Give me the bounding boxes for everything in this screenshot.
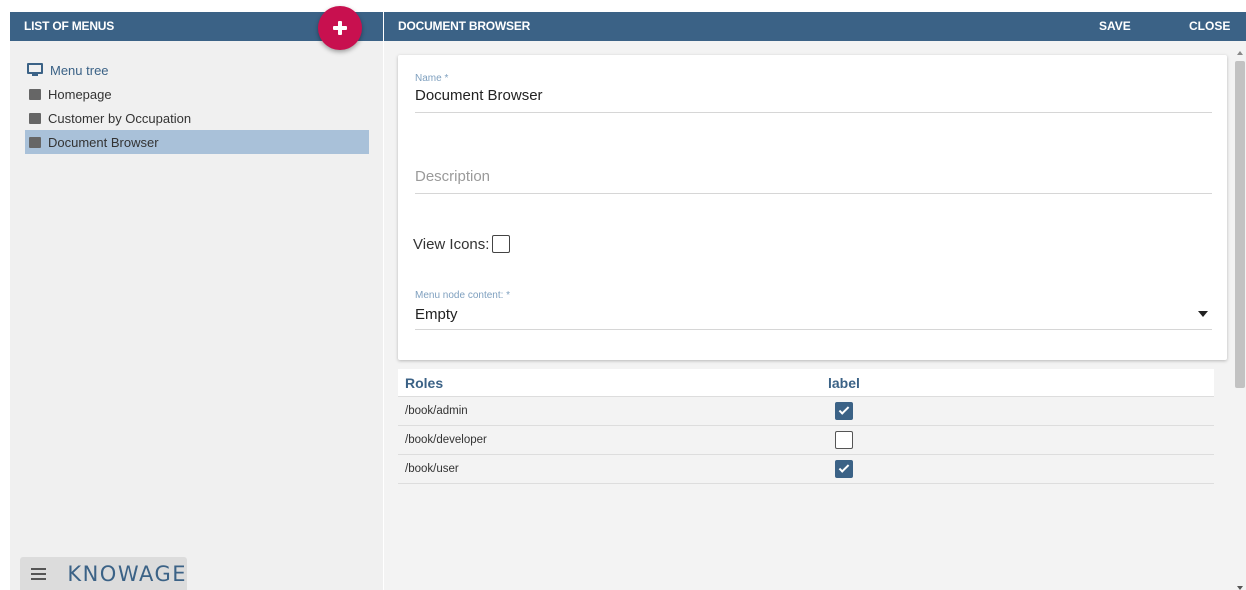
- dropdown-arrow-icon: [1198, 311, 1208, 317]
- add-menu-button[interactable]: [318, 6, 362, 50]
- table-row: /book/developer: [398, 426, 1214, 455]
- check-icon: [838, 462, 850, 473]
- monitor-icon: [27, 63, 43, 77]
- role-checkbox[interactable]: [835, 431, 853, 449]
- tree-item-customer-by-occupation[interactable]: Customer by Occupation: [25, 106, 369, 130]
- scrollbar[interactable]: [1234, 41, 1246, 590]
- role-name: /book/admin: [405, 405, 468, 417]
- roles-table-header: Roles label: [398, 369, 1214, 397]
- description-input[interactable]: Description: [415, 168, 1212, 194]
- scroll-up-arrow-icon[interactable]: [1237, 51, 1243, 55]
- menu-list-panel: LIST OF MENUS Menu tree Homepage Custome…: [10, 12, 383, 590]
- table-row: /book/admin: [398, 397, 1214, 426]
- save-button[interactable]: SAVE: [1099, 12, 1131, 41]
- document-detail-panel: DOCUMENT BROWSER SAVE CLOSE Name * Docum…: [384, 12, 1246, 590]
- menu-item-icon: [29, 112, 41, 124]
- scrollbar-thumb[interactable]: [1235, 61, 1245, 388]
- tree-item-label: Customer by Occupation: [48, 110, 192, 126]
- tree-item-homepage[interactable]: Homepage: [25, 82, 369, 106]
- scroll-down-arrow-icon[interactable]: [1237, 586, 1243, 590]
- close-button[interactable]: CLOSE: [1189, 12, 1230, 41]
- menu-node-content-label: Menu node content: *: [415, 290, 511, 301]
- brand-bar: KNOWAGE: [20, 557, 187, 590]
- roles-table: Roles label /book/admin /book/developer …: [398, 369, 1214, 484]
- role-checkbox[interactable]: [835, 402, 853, 420]
- detail-title: DOCUMENT BROWSER: [398, 19, 531, 33]
- description-field[interactable]: Description: [415, 168, 1212, 194]
- role-name: /book/user: [405, 463, 459, 475]
- tree-item-document-browser[interactable]: Document Browser: [25, 130, 369, 154]
- detail-header: DOCUMENT BROWSER SAVE CLOSE: [384, 12, 1246, 41]
- name-label: Name *: [415, 73, 449, 84]
- label-column-header: label: [828, 374, 860, 391]
- brand-logo: KNOWAGE: [67, 561, 187, 586]
- roles-column-header: Roles: [405, 374, 444, 391]
- name-input[interactable]: Document Browser: [415, 87, 1212, 113]
- view-icons-checkbox[interactable]: [492, 235, 511, 253]
- tree-item-menu-tree[interactable]: Menu tree: [25, 58, 369, 82]
- details-card: Name * Document Browser Description View…: [398, 55, 1227, 360]
- menu-tree: Menu tree Homepage Customer by Occupatio…: [25, 58, 369, 154]
- role-name: /book/developer: [405, 434, 487, 446]
- menu-node-content-field[interactable]: Menu node content: * Empty: [415, 290, 1212, 330]
- menu-node-content-value: Empty: [415, 305, 458, 323]
- role-checkbox[interactable]: [835, 460, 853, 478]
- tree-item-label: Document Browser: [48, 134, 159, 150]
- tree-item-label: Menu tree: [50, 62, 109, 78]
- tree-item-label: Homepage: [48, 86, 112, 102]
- view-icons-field: View Icons:: [413, 235, 511, 253]
- name-field[interactable]: Name * Document Browser: [415, 73, 1212, 113]
- view-icons-label: View Icons:: [413, 235, 490, 253]
- hamburger-menu-icon[interactable]: [31, 567, 47, 580]
- check-icon: [838, 404, 850, 415]
- table-row: /book/user: [398, 455, 1214, 484]
- menu-item-icon: [29, 136, 41, 148]
- menu-item-icon: [29, 88, 41, 100]
- menu-node-content-select[interactable]: Empty: [415, 304, 1212, 330]
